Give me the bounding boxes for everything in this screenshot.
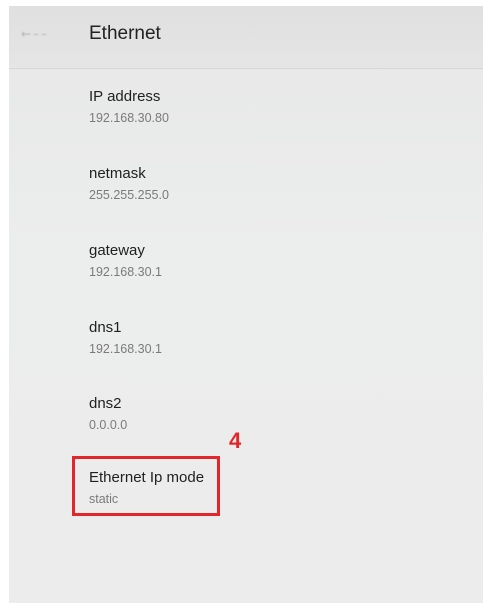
setting-label: dns1 xyxy=(89,319,122,336)
setting-item-dns1[interactable]: dns1 192.168.30.1 xyxy=(89,319,162,357)
setting-item-dns2[interactable]: dns2 0.0.0.0 xyxy=(89,395,127,433)
setting-item-gateway[interactable]: gateway 192.168.30.1 xyxy=(89,242,162,280)
setting-value: 192.168.30.80 xyxy=(89,111,169,125)
settings-screen: ←–– Ethernet IP address 192.168.30.80 ne… xyxy=(9,6,483,603)
highlight-box xyxy=(72,456,220,516)
setting-label: gateway xyxy=(89,242,145,259)
step-number-annotation: 4 xyxy=(229,428,242,453)
setting-label: dns2 xyxy=(89,395,122,412)
setting-label: netmask xyxy=(89,165,146,182)
app-bar: ←–– Ethernet xyxy=(9,6,483,69)
setting-value: 192.168.30.1 xyxy=(89,265,162,279)
page-title: Ethernet xyxy=(89,23,161,44)
setting-label: IP address xyxy=(89,88,161,105)
setting-item-netmask[interactable]: netmask 255.255.255.0 xyxy=(89,165,169,203)
setting-value: 255.255.255.0 xyxy=(89,188,169,202)
setting-value: 0.0.0.0 xyxy=(89,418,128,432)
back-arrow-icon[interactable]: ←–– xyxy=(21,27,79,41)
setting-value: 192.168.30.1 xyxy=(89,342,162,356)
setting-item-ip-address[interactable]: IP address 192.168.30.80 xyxy=(89,88,169,126)
